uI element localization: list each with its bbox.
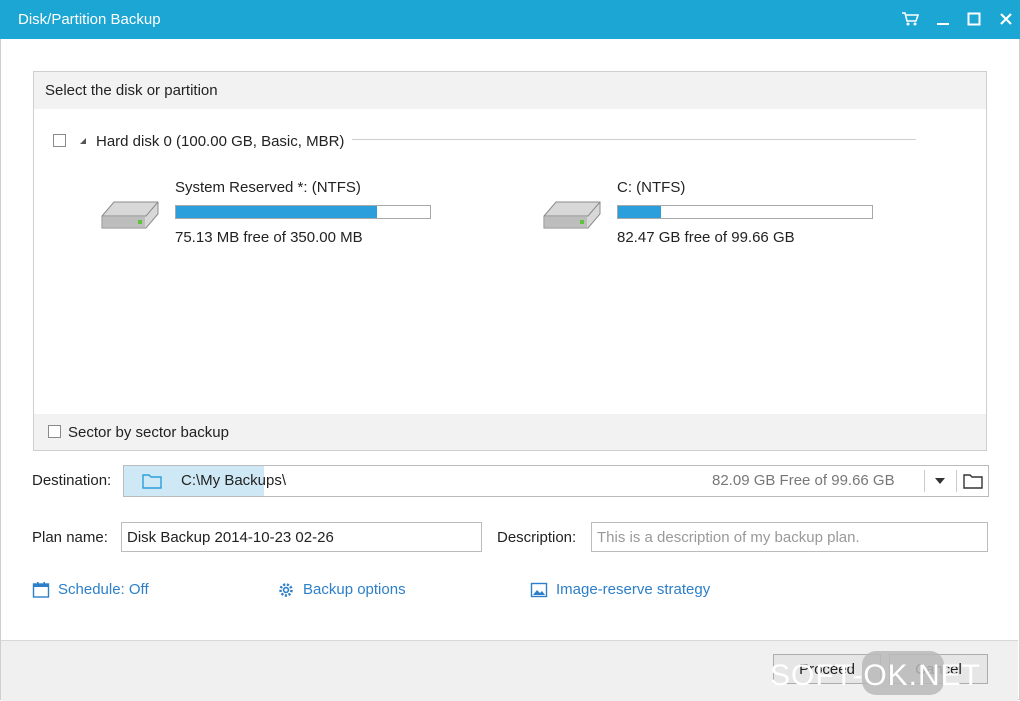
hard-disk-label: Hard disk 0 (100.00 GB, Basic, MBR) <box>96 133 345 150</box>
collapse-triangle-icon[interactable] <box>79 137 87 145</box>
hard-drive-icon <box>543 201 601 229</box>
close-button[interactable] <box>993 6 1019 32</box>
cart-button[interactable] <box>897 6 923 32</box>
divider <box>956 470 957 492</box>
divider <box>924 470 925 492</box>
browse-folder-icon[interactable] <box>963 473 983 489</box>
maximize-icon <box>967 12 981 26</box>
partition-free: 75.13 MB free of 350.00 MB <box>175 229 363 246</box>
calendar-icon <box>32 582 50 598</box>
minimize-button[interactable] <box>930 6 956 32</box>
maximize-button[interactable] <box>961 6 987 32</box>
cart-icon <box>902 12 919 26</box>
gear-icon <box>279 583 293 597</box>
plan-name-label: Plan name: <box>32 529 108 546</box>
chevron-down-icon[interactable] <box>934 477 946 485</box>
image-reserve-label: Image-reserve strategy <box>556 581 711 598</box>
usage-bar <box>175 205 431 219</box>
minimize-icon <box>937 23 949 25</box>
watermark-text: SOFT-OK.NET <box>770 659 982 692</box>
panel-header: Select the disk or partition <box>34 72 986 109</box>
partition-name: C: (NTFS) <box>617 179 686 196</box>
destination-label: Destination: <box>32 472 112 489</box>
destination-field[interactable]: C:\My Backups\ 82.09 GB Free of 99.66 GB <box>123 465 989 497</box>
panel-header-label: Select the disk or partition <box>45 82 218 99</box>
usage-bar <box>617 205 873 219</box>
close-icon <box>1000 13 1012 25</box>
description-input[interactable]: This is a description of my backup plan. <box>591 522 988 552</box>
partition-free: 82.47 GB free of 99.66 GB <box>617 229 795 246</box>
schedule-label: Schedule: Off <box>58 581 149 598</box>
image-icon <box>530 582 548 598</box>
destination-free: 82.09 GB Free of 99.66 GB <box>712 472 895 489</box>
disk-separator <box>352 139 916 140</box>
folder-icon <box>142 474 162 489</box>
hard-drive-icon <box>101 201 159 229</box>
partition-name: System Reserved *: (NTFS) <box>175 179 361 196</box>
description-label: Description: <box>497 529 577 546</box>
window-title: Disk/Partition Backup <box>18 11 161 28</box>
backup-options-label: Backup options <box>303 581 406 598</box>
sector-backup-label: Sector by sector backup <box>68 424 229 441</box>
usage-fill <box>618 206 662 218</box>
usage-fill <box>176 206 377 218</box>
destination-path: C:\My Backups\ <box>181 472 287 489</box>
sector-backup-checkbox[interactable] <box>48 425 61 438</box>
panel-footer: Sector by sector backup <box>34 414 986 450</box>
hard-disk-checkbox[interactable] <box>53 134 66 147</box>
disk-selection-panel: Select the disk or partition Hard disk 0… <box>33 71 987 451</box>
plan-name-input[interactable]: Disk Backup 2014-10-23 02-26 <box>121 522 482 552</box>
title-bar: Disk/Partition Backup <box>0 0 1020 39</box>
